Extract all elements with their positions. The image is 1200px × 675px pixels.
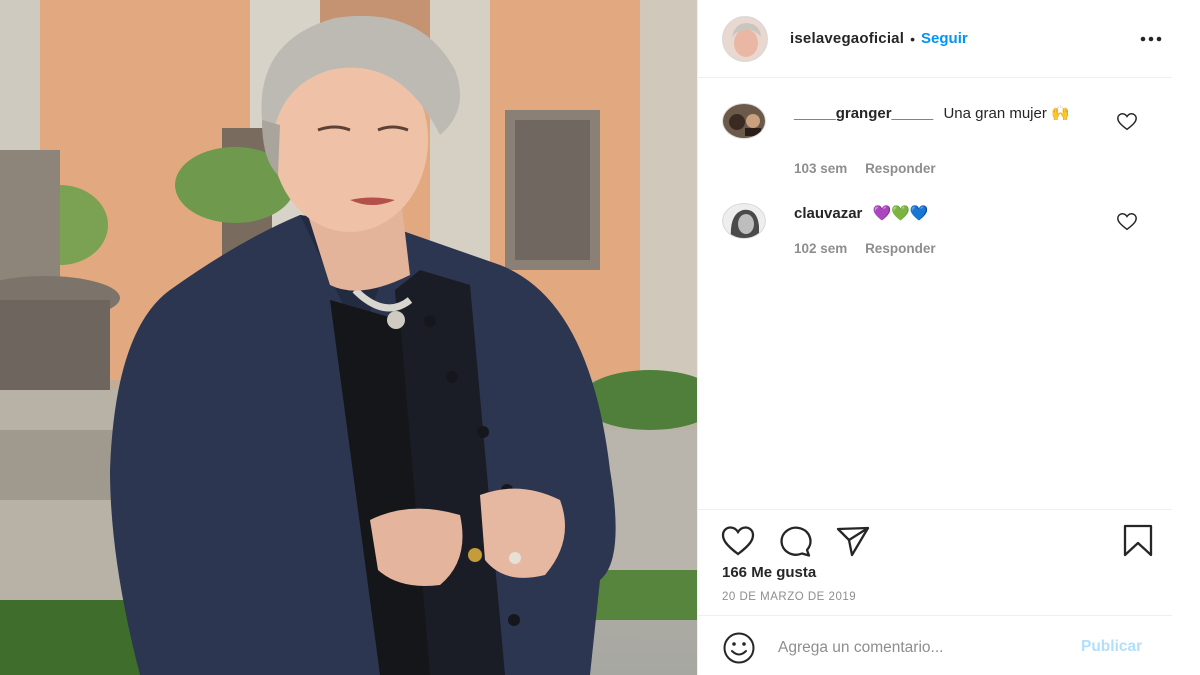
comment-body: _____granger_____ Una gran mujer 🙌	[794, 103, 1104, 125]
reply-button[interactable]: Responder	[865, 241, 936, 256]
comment-age: 102 sem	[794, 241, 848, 256]
post-side-panel: iselavegaoficial • Seguir _____granger__…	[697, 0, 1200, 675]
comment-meta: 102 sem Responder	[794, 241, 950, 256]
commenter-avatar[interactable]	[722, 203, 766, 239]
comment-bubble-icon[interactable]	[777, 524, 813, 558]
paper-plane-icon[interactable]	[835, 524, 871, 558]
likes-count[interactable]: 166 Me gusta	[722, 564, 816, 581]
comment-input[interactable]	[778, 635, 1068, 661]
author-username[interactable]: iselavegaoficial	[790, 30, 904, 47]
reply-button[interactable]: Responder	[865, 161, 936, 176]
comment-item: _____granger_____ Una gran mujer 🙌 103 s…	[722, 103, 1152, 183]
post-header: iselavegaoficial • Seguir	[698, 0, 1172, 78]
comment-body: clauvazar 💜💚💙	[794, 203, 1104, 225]
follow-button[interactable]: Seguir	[921, 30, 968, 47]
author-avatar[interactable]	[722, 15, 768, 62]
header-separator: •	[910, 30, 916, 47]
smiley-icon[interactable]	[722, 631, 756, 665]
post-actions: 166 Me gusta 20 DE MARZO DE 2019	[698, 509, 1172, 616]
post-date: 20 DE MARZO DE 2019	[722, 591, 857, 603]
comment-like-heart-icon[interactable]	[1116, 211, 1138, 233]
commenter-avatar[interactable]	[722, 103, 766, 139]
comment-meta: 103 sem Responder	[794, 161, 950, 176]
author-avatar-image	[723, 16, 767, 61]
comment-like-heart-icon[interactable]	[1116, 111, 1138, 133]
comment-text: Una gran mujer 🙌	[943, 105, 1070, 122]
comment-item: clauvazar 💜💚💙 102 sem Responder	[722, 203, 1152, 263]
comment-text: 💜💚💙	[872, 205, 929, 222]
commenter-avatar-image	[723, 104, 765, 138]
comment-username[interactable]: _____granger_____	[794, 105, 933, 122]
heart-icon[interactable]	[720, 524, 756, 558]
comment-age: 103 sem	[794, 161, 848, 176]
publish-button[interactable]: Publicar	[1081, 638, 1142, 656]
bookmark-icon[interactable]	[1120, 524, 1156, 558]
more-options-icon[interactable]	[1138, 26, 1164, 52]
commenter-avatar-image	[723, 204, 765, 238]
post-photo-illustration	[0, 0, 697, 675]
add-comment-bar: Publicar	[698, 617, 1172, 675]
comment-username[interactable]: clauvazar	[794, 205, 862, 222]
post-photo[interactable]	[0, 0, 697, 675]
